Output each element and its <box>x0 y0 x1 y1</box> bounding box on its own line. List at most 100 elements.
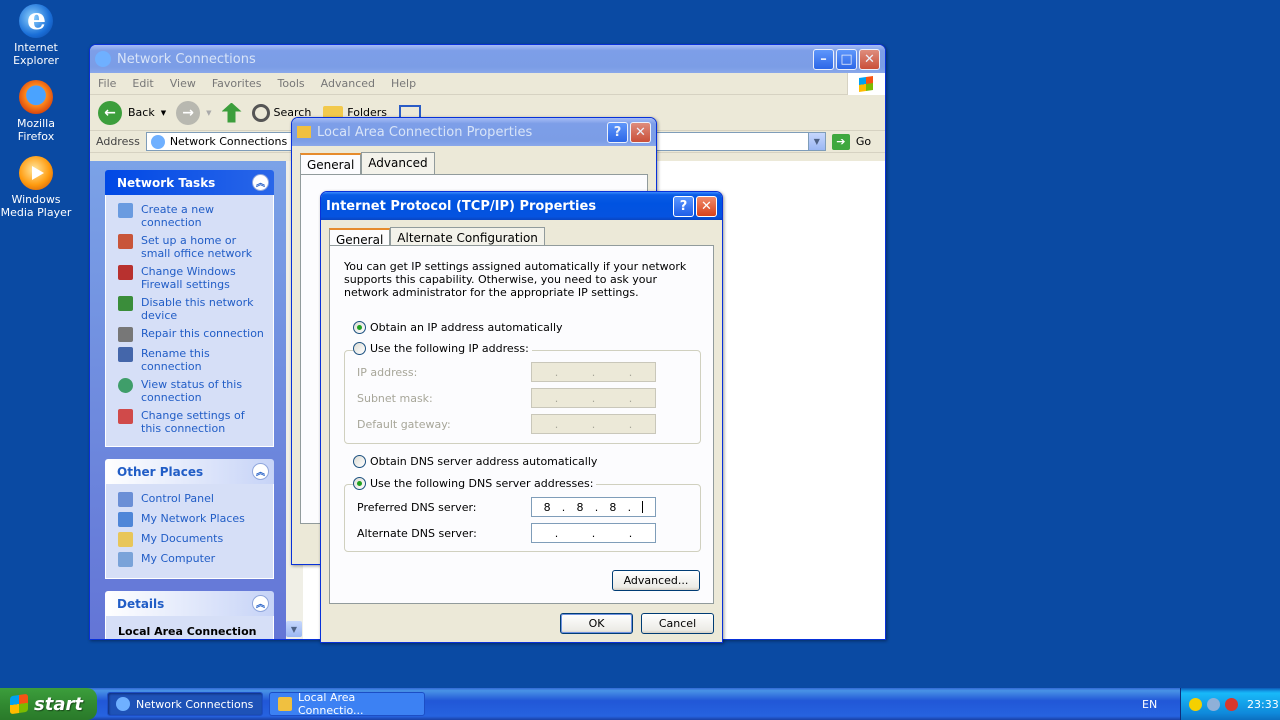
details-header[interactable]: Details ︽ <box>105 591 274 616</box>
cancel-button[interactable]: Cancel <box>641 613 714 634</box>
task-home-network[interactable]: Set up a home or small office network <box>118 234 265 260</box>
address-dropdown-icon[interactable]: ▼ <box>807 133 825 150</box>
minimize-button[interactable]: – <box>813 48 834 70</box>
close-button[interactable]: ✕ <box>859 48 880 70</box>
address-label: Address <box>96 135 140 148</box>
firefox-icon <box>19 80 53 114</box>
settings-checklist-icon <box>118 409 133 424</box>
help-button[interactable]: ? <box>673 195 694 217</box>
details-panel: Details ︽ Local Area Connection <box>105 591 274 639</box>
collapse-icon[interactable]: ︽ <box>252 174 269 191</box>
alternate-dns-field[interactable]: ... <box>531 523 656 543</box>
tab-general[interactable]: General <box>300 153 362 175</box>
preferred-dns-field[interactable]: 8. 8. 8. <box>531 497 656 517</box>
windows-flag-icon <box>10 693 28 715</box>
security-shield-icon[interactable] <box>1189 697 1202 711</box>
close-button[interactable]: ✕ <box>696 195 717 217</box>
collapse-icon[interactable]: ︽ <box>252 595 269 612</box>
back-arrow-icon[interactable]: ← <box>98 100 122 125</box>
documents-folder-icon <box>118 532 133 547</box>
status-icon <box>118 378 133 393</box>
desktop-icon-internet-explorer[interactable]: Internet Explorer <box>0 2 72 67</box>
lan-connection-icon <box>297 126 311 138</box>
task-view-status[interactable]: View status of this connection <box>118 378 265 404</box>
menu-help[interactable]: Help <box>391 77 416 90</box>
ip-manual-radio[interactable]: Use the following IP address: <box>353 342 532 355</box>
taskbar-network-connections[interactable]: Network Connections <box>107 692 263 716</box>
rename-icon <box>118 347 133 362</box>
task-pane: Network Tasks ︽ Create a new connection … <box>90 161 286 639</box>
search-icon[interactable] <box>251 103 270 122</box>
network-tasks-header[interactable]: Network Tasks ︽ <box>105 170 274 195</box>
preferred-dns-label: Preferred DNS server: <box>357 501 477 514</box>
lan-tabs: General Advanced <box>292 146 656 175</box>
forward-arrow-icon[interactable]: → <box>176 100 201 125</box>
close-button[interactable]: ✕ <box>630 121 651 143</box>
ip-auto-radio[interactable]: Obtain an IP address automatically <box>353 321 563 334</box>
clock: 23:33 <box>1247 697 1279 711</box>
repair-wrench-icon <box>118 327 133 342</box>
task-create-connection[interactable]: Create a new connection <box>118 203 265 229</box>
taskbar-local-area-connection[interactable]: Local Area Connectio... <box>269 691 425 717</box>
maximize-button[interactable]: □ <box>836 48 857 70</box>
subnet-mask-field: ... <box>531 388 656 408</box>
task-change-settings[interactable]: Change settings of this connection <box>118 409 265 435</box>
back-button[interactable]: Back <box>128 106 155 119</box>
menu-edit[interactable]: Edit <box>132 77 153 90</box>
desktop-icon-firefox[interactable]: Mozilla Firefox <box>0 80 72 143</box>
help-button[interactable]: ? <box>607 121 628 143</box>
security-alert-icon[interactable] <box>1225 697 1238 711</box>
lan-titlebar[interactable]: Local Area Connection Properties ? ✕ <box>292 118 656 146</box>
tab-advanced[interactable]: Advanced <box>361 152 435 174</box>
address-value: Network Connections <box>169 135 288 148</box>
ip-address-field: ... <box>531 362 656 382</box>
menu-advanced[interactable]: Advanced <box>321 77 375 90</box>
advanced-button[interactable]: Advanced... <box>612 570 700 591</box>
intro-text: You can get IP settings assigned automat… <box>344 260 687 299</box>
place-documents[interactable]: My Documents <box>118 532 265 547</box>
menu-file[interactable]: File <box>98 77 116 90</box>
go-button[interactable]: ➔ Go <box>831 133 871 150</box>
network-icon <box>150 134 165 149</box>
radio-selected-icon <box>353 477 366 490</box>
menu-tools[interactable]: Tools <box>278 77 305 90</box>
network-tray-icon[interactable] <box>1207 697 1220 711</box>
network-places-icon <box>118 512 133 527</box>
tcp-titlebar[interactable]: Internet Protocol (TCP/IP) Properties ? … <box>321 192 722 220</box>
other-places-panel: Other Places ︽ Control Panel My Network … <box>105 459 274 579</box>
task-rename[interactable]: Rename this connection <box>118 347 265 373</box>
menu-view[interactable]: View <box>170 77 196 90</box>
default-gateway-field: ... <box>531 414 656 434</box>
task-disable-device[interactable]: Disable this network device <box>118 296 265 322</box>
menubar: File Edit View Favorites Tools Advanced … <box>90 73 885 95</box>
media-player-icon <box>19 156 53 190</box>
dns-manual-radio[interactable]: Use the following DNS server addresses: <box>353 477 597 490</box>
nc-title: Network Connections <box>117 51 256 67</box>
radio-selected-icon <box>353 321 366 334</box>
lan-title: Local Area Connection Properties <box>317 124 533 140</box>
menu-favorites[interactable]: Favorites <box>212 77 262 90</box>
start-button[interactable]: start <box>0 688 97 720</box>
other-places-header[interactable]: Other Places ︽ <box>105 459 274 484</box>
up-folder-icon[interactable] <box>221 102 242 123</box>
place-my-computer[interactable]: My Computer <box>118 552 265 567</box>
back-dropdown-icon[interactable]: ▼ <box>161 109 166 117</box>
desktop-icon-media-player[interactable]: Windows Media Player <box>0 156 72 219</box>
scroll-down-icon[interactable]: ▼ <box>286 621 302 637</box>
radio-unselected-icon <box>353 455 366 468</box>
windows-logo-icon <box>847 73 885 95</box>
dns-auto-radio[interactable]: Obtain DNS server address automatically <box>353 455 597 468</box>
system-tray: 23:33 <box>1180 688 1280 720</box>
default-gateway-label: Default gateway: <box>357 418 451 431</box>
place-control-panel[interactable]: Control Panel <box>118 492 265 507</box>
radio-unselected-icon <box>353 342 366 355</box>
place-network-places[interactable]: My Network Places <box>118 512 265 527</box>
details-name: Local Area Connection <box>105 616 274 639</box>
task-firewall[interactable]: Change Windows Firewall settings <box>118 265 265 291</box>
nc-titlebar[interactable]: Network Connections – □ ✕ <box>90 45 885 73</box>
ok-button[interactable]: OK <box>560 613 633 634</box>
task-repair[interactable]: Repair this connection <box>118 327 265 342</box>
collapse-icon[interactable]: ︽ <box>252 463 269 480</box>
language-indicator[interactable]: EN <box>1142 698 1157 711</box>
new-connection-icon <box>118 203 133 218</box>
